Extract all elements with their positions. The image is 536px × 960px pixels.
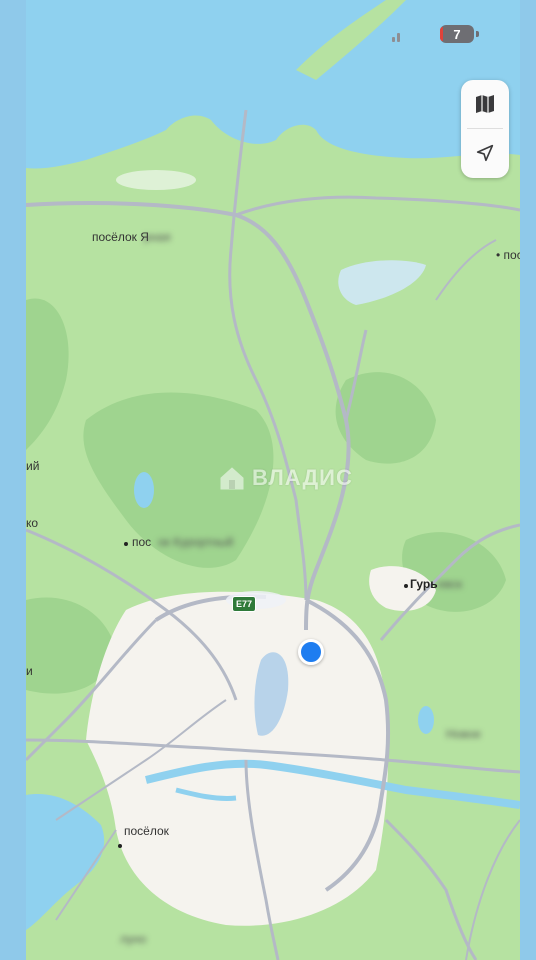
map-icon [476, 95, 494, 113]
map-view[interactable]: ВЛАДИС E77 посёлок Я рная • пос ий ко по… [26, 0, 520, 960]
battery-indicator: 7 [440, 25, 474, 43]
place-label-blurred: евск [438, 577, 463, 591]
signal-icon [392, 33, 400, 42]
app-frame: ВЛАДИС E77 посёлок Я рная • пос ий ко по… [0, 0, 536, 960]
place-label-blurred: ок Курортный [158, 535, 234, 549]
navigation-arrow-icon [476, 144, 494, 162]
watermark: ВЛАДИС [218, 464, 353, 492]
lake [134, 472, 154, 508]
place-dot [118, 844, 122, 848]
place-label-blurred: рная [144, 230, 171, 244]
map-controls [461, 80, 509, 178]
place-label-i: и [26, 664, 33, 678]
place-label-blurred-novoe: Новое [446, 727, 481, 741]
blurred-label-area [116, 170, 196, 190]
current-location-pin[interactable] [298, 639, 324, 665]
map-type-button[interactable] [461, 80, 509, 128]
road-shield-e77: E77 [232, 596, 256, 612]
place-label-guryevsk[interactable]: Гурь [410, 577, 438, 591]
place-label-pos[interactable]: пос [132, 535, 151, 549]
place-label-blurred-bottom: луно [120, 932, 147, 946]
house-logo-icon [220, 467, 244, 490]
status-bar: 7 [384, 24, 504, 46]
lake [418, 706, 434, 734]
place-label-ko: ко [26, 516, 39, 530]
locate-me-button[interactable] [461, 129, 509, 177]
battery-level: 7 [453, 26, 461, 42]
place-label-pos-right[interactable]: • пос [496, 248, 520, 262]
place-label-iy: ий [26, 459, 40, 473]
place-label-posyolok-bottom[interactable]: посёлок [124, 824, 169, 838]
place-label-posyolok-ya[interactable]: посёлок Я [92, 230, 149, 244]
place-dot [404, 584, 408, 588]
watermark-text: ВЛАДИС [252, 465, 353, 490]
place-dot [124, 542, 128, 546]
battery-cap [476, 31, 479, 37]
